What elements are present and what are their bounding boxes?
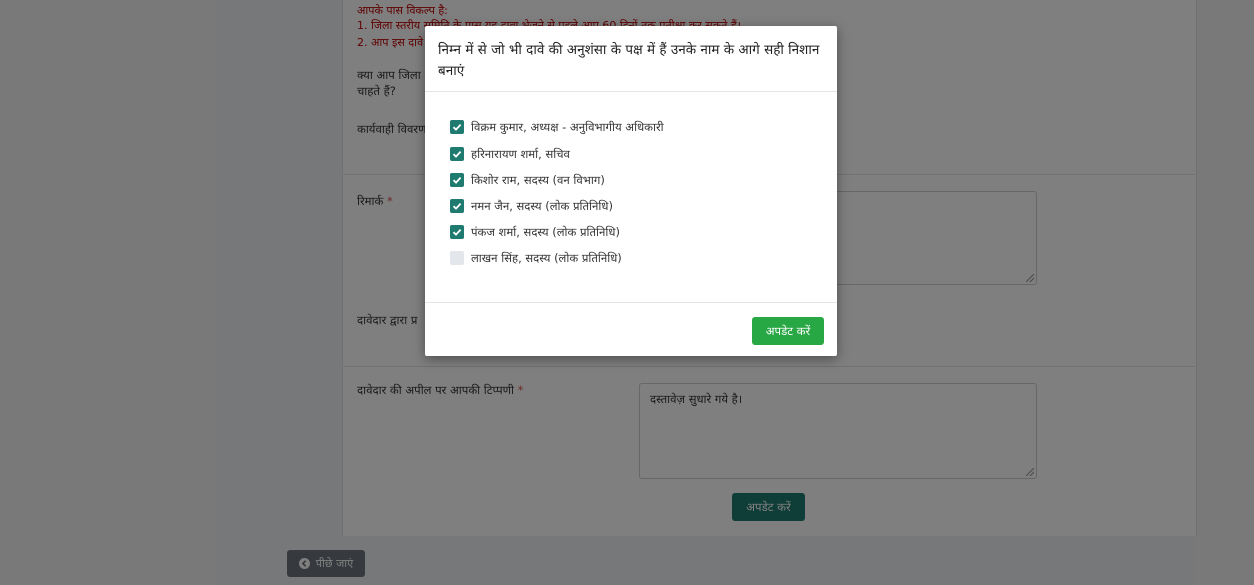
checkbox-checked-icon[interactable] [450, 147, 464, 161]
checkbox-unchecked-icon[interactable] [450, 251, 464, 265]
member-option[interactable]: विक्रम कुमार, अध्यक्ष - अनुविभागीय अधिका… [450, 119, 664, 135]
checkbox-checked-icon[interactable] [450, 120, 464, 134]
checkbox-checked-icon[interactable] [450, 225, 464, 239]
member-option-label: नमन जैन, सदस्य (लोक प्रतिनिधि) [471, 198, 613, 213]
checkbox-checked-icon[interactable] [450, 173, 464, 187]
member-option-label: हरिनारायण शर्मा, सचिव [471, 146, 570, 161]
member-option[interactable]: लाखन सिंह, सदस्य (लोक प्रतिनिधि) [450, 250, 622, 266]
modal-footer: अपडेट करें [425, 302, 837, 357]
member-option-label: पंकज शर्मा, सदस्य (लोक प्रतिनिधि) [471, 224, 620, 239]
recommendation-modal: निम्न में से जो भी दावे की अनुशंसा के पक… [425, 26, 837, 356]
member-option-label: किशोर राम, सदस्य (वन विभाग) [471, 172, 605, 187]
modal-title: निम्न में से जो भी दावे की अनुशंसा के पक… [438, 42, 820, 79]
checkbox-checked-icon[interactable] [450, 199, 464, 213]
member-option[interactable]: नमन जैन, सदस्य (लोक प्रतिनिधि) [450, 198, 613, 214]
member-option[interactable]: पंकज शर्मा, सदस्य (लोक प्रतिनिधि) [450, 224, 620, 240]
member-option[interactable]: हरिनारायण शर्मा, सचिव [450, 146, 570, 162]
modal-header: निम्न में से जो भी दावे की अनुशंसा के पक… [425, 26, 837, 92]
modal-update-button[interactable]: अपडेट करें [752, 317, 824, 345]
member-option-label: विक्रम कुमार, अध्यक्ष - अनुविभागीय अधिका… [471, 119, 664, 134]
member-option[interactable]: किशोर राम, सदस्य (वन विभाग) [450, 172, 605, 188]
member-option-label: लाखन सिंह, सदस्य (लोक प्रतिनिधि) [471, 250, 622, 265]
